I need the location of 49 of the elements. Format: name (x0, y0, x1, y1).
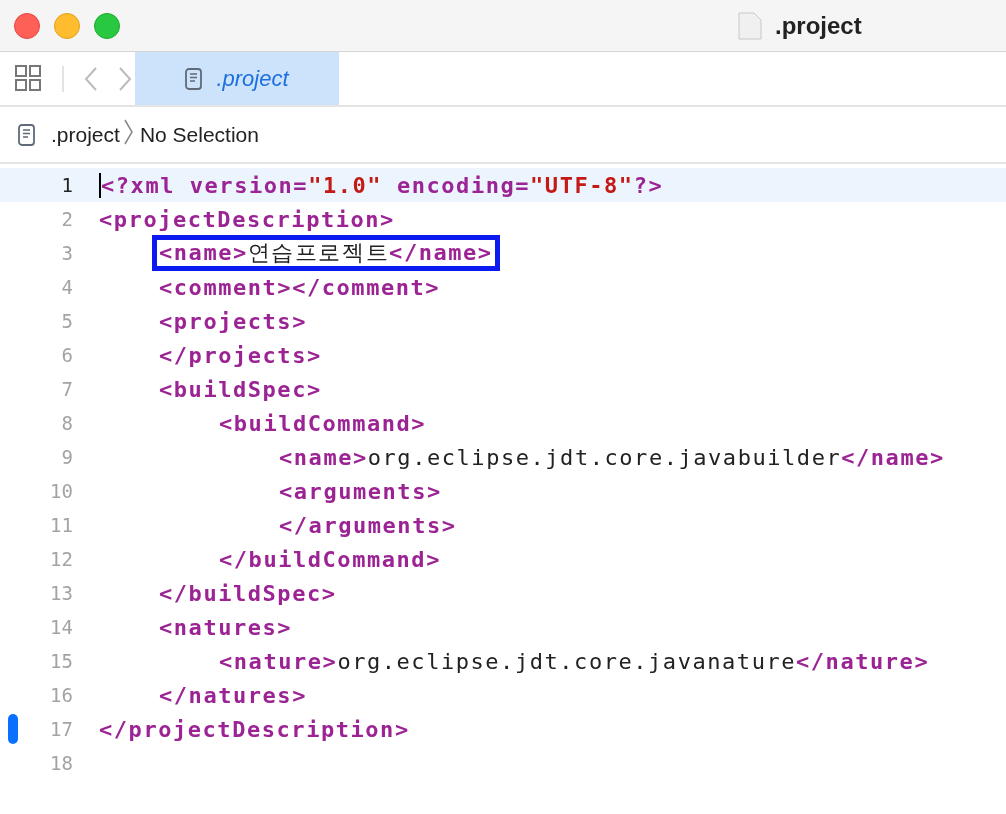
code-line: </natures> (159, 682, 307, 708)
grid-icon[interactable] (15, 65, 42, 92)
line-number: 10 (49, 480, 73, 502)
line-number: 2 (60, 208, 73, 230)
line-number: 6 (60, 344, 73, 366)
line-number: 13 (49, 582, 73, 604)
line-number: 7 (60, 378, 73, 400)
code-line: <name>org.eclipse.jdt.core.javabuilder</name> (279, 444, 945, 470)
code-line: <natures> (159, 614, 293, 640)
line-number: 16 (49, 684, 73, 706)
breadcrumb-item[interactable]: No Selection (139, 122, 259, 147)
line-number: 17 (49, 718, 73, 740)
line-number: 14 (49, 616, 73, 638)
code-line: <nature>org.eclipse.jdt.core.javanature</nature> (219, 648, 930, 674)
document-icon (18, 123, 35, 146)
line-number: 18 (49, 752, 73, 774)
chevron-icon (123, 119, 134, 145)
line-number: 5 (60, 310, 73, 332)
code-line: </projects> (159, 342, 322, 368)
document-icon (738, 11, 762, 40)
close-button[interactable] (14, 12, 40, 39)
code-line: <buildSpec> (159, 376, 322, 402)
line-number: 1 (60, 174, 73, 196)
code-line: </buildCommand> (219, 546, 441, 572)
file-tab[interactable]: .project (135, 52, 339, 105)
code-line: <arguments> (279, 478, 442, 504)
line-number: 3 (60, 242, 73, 264)
line-number: 8 (60, 412, 73, 434)
code-line: <comment></comment> (159, 274, 441, 300)
document-icon (185, 67, 203, 90)
forward-icon[interactable] (118, 65, 132, 92)
window-title: .project (775, 11, 862, 40)
code-line: <buildCommand> (219, 410, 427, 436)
code-line: </projectDescription> (99, 716, 410, 742)
code-line: <?xml version="1.0" encoding="UTF-8"?> (99, 172, 664, 198)
code-line: <projects> (159, 308, 307, 334)
code-line: <projectDescription> (99, 206, 395, 232)
line-number: 9 (60, 446, 73, 468)
zoom-button[interactable] (94, 12, 120, 39)
code-line: </buildSpec> (159, 580, 337, 606)
back-icon[interactable] (84, 65, 98, 92)
line-number: 15 (49, 650, 73, 672)
breadcrumb-item[interactable]: .project (51, 122, 120, 147)
minimize-button[interactable] (54, 12, 80, 39)
line-number: 4 (60, 276, 73, 298)
code-line: </arguments> (279, 512, 457, 538)
line-number: 12 (49, 548, 73, 570)
line-number: 11 (49, 514, 73, 536)
code-line: <name>연습프로젝트</name> (159, 238, 493, 268)
